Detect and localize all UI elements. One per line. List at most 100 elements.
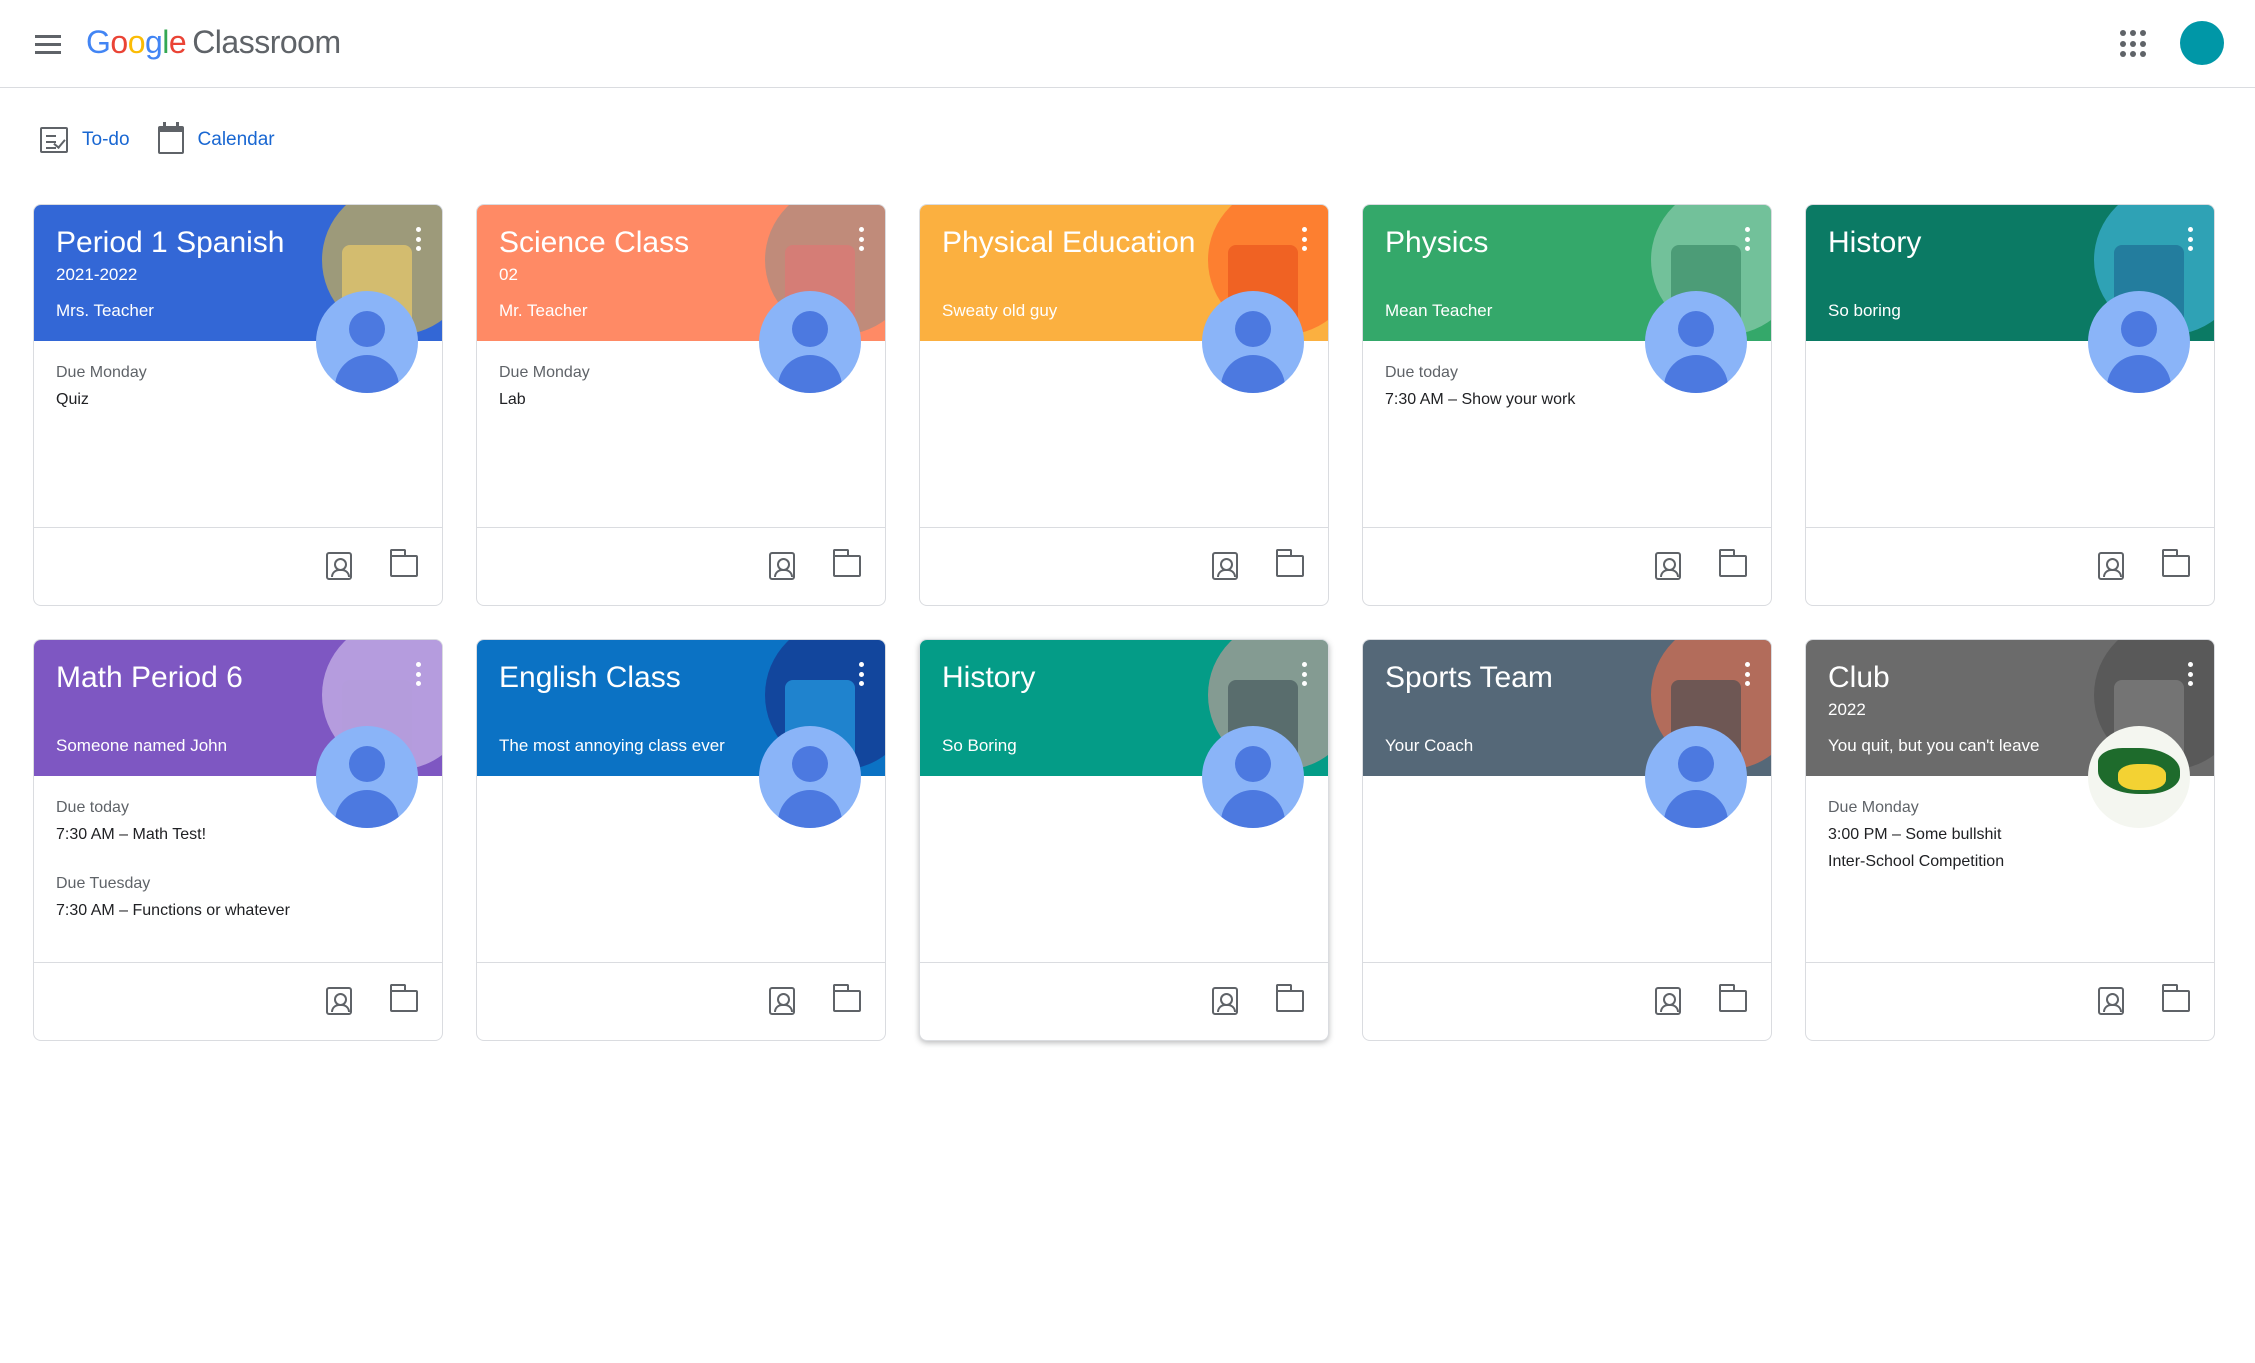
teacher-name[interactable]: Mrs. Teacher (56, 301, 154, 321)
teacher-name[interactable]: Sweaty old guy (942, 301, 1057, 321)
card-footer (477, 527, 885, 605)
product-name: Classroom (192, 24, 341, 60)
secondary-nav: To-do Calendar (40, 122, 275, 154)
your-work-icon[interactable] (1212, 552, 1238, 580)
todo-icon (40, 127, 68, 153)
class-card-grid: Period 1 Spanish 2021-2022 Mrs. Teacher … (33, 204, 2215, 1041)
class-name[interactable]: Physical Education (942, 225, 1306, 261)
calendar-link[interactable]: Calendar (157, 122, 275, 154)
folder-icon[interactable] (1718, 549, 1747, 577)
due-label: Due Tuesday (56, 875, 151, 892)
teacher-name[interactable]: So boring (1828, 301, 1901, 321)
class-name[interactable]: History (942, 660, 1306, 696)
more-options-icon[interactable] (414, 662, 422, 686)
teacher-name[interactable]: Your Coach (1385, 736, 1473, 756)
your-work-icon[interactable] (1655, 987, 1681, 1015)
teacher-avatar (316, 291, 418, 393)
folder-icon[interactable] (832, 984, 861, 1012)
more-options-icon[interactable] (1300, 227, 1308, 251)
more-options-icon[interactable] (1743, 227, 1751, 251)
class-card[interactable]: English Class The most annoying class ev… (476, 639, 886, 1041)
your-work-icon[interactable] (1655, 552, 1681, 580)
class-name[interactable]: Period 1 Spanish (56, 225, 420, 261)
teacher-avatar (1202, 726, 1304, 828)
class-name[interactable]: Sports Team (1385, 660, 1749, 696)
assignment-link[interactable]: Inter-School Competition (1828, 848, 2192, 875)
class-card[interactable]: Physics Mean Teacher Due today 7:30 AM – … (1362, 204, 1772, 606)
more-options-icon[interactable] (857, 662, 865, 686)
card-footer (1363, 527, 1771, 605)
class-name[interactable]: Club (1828, 660, 2192, 696)
calendar-label: Calendar (197, 129, 275, 150)
your-work-icon[interactable] (2098, 552, 2124, 580)
assignment-link[interactable]: 7:30 AM – Functions or whatever (56, 897, 420, 924)
class-name[interactable]: Physics (1385, 225, 1749, 261)
class-card[interactable]: Period 1 Spanish 2021-2022 Mrs. Teacher … (33, 204, 443, 606)
more-options-icon[interactable] (1743, 662, 1751, 686)
more-options-icon[interactable] (857, 227, 865, 251)
class-section: 02 (499, 265, 518, 284)
class-card[interactable]: Science Class 02 Mr. Teacher Due Monday L… (476, 204, 886, 606)
main-menu-button[interactable] (30, 26, 66, 62)
class-section: 2022 (1828, 700, 1866, 719)
card-footer (1806, 962, 2214, 1040)
your-work-icon[interactable] (2098, 987, 2124, 1015)
class-name[interactable]: Math Period 6 (56, 660, 420, 696)
teacher-name[interactable]: So Boring (942, 736, 1017, 756)
folder-icon[interactable] (1275, 549, 1304, 577)
google-apps-icon[interactable] (2120, 30, 2148, 58)
more-options-icon[interactable] (1300, 662, 1308, 686)
more-options-icon[interactable] (414, 227, 422, 251)
teacher-avatar (2088, 291, 2190, 393)
card-footer (920, 527, 1328, 605)
teacher-name[interactable]: The most annoying class ever (499, 736, 725, 756)
folder-icon[interactable] (389, 549, 418, 577)
folder-icon[interactable] (1275, 984, 1304, 1012)
teacher-name[interactable]: You quit, but you can't leave (1828, 736, 2040, 756)
teacher-name[interactable]: Mean Teacher (1385, 301, 1492, 321)
teacher-avatar (1645, 726, 1747, 828)
todo-label: To-do (82, 129, 130, 150)
your-work-icon[interactable] (326, 552, 352, 580)
todo-link[interactable]: To-do (40, 127, 130, 153)
card-footer (477, 962, 885, 1040)
more-options-icon[interactable] (2186, 662, 2194, 686)
folder-icon[interactable] (832, 549, 861, 577)
your-work-icon[interactable] (326, 987, 352, 1015)
folder-icon[interactable] (1718, 984, 1747, 1012)
card-footer (34, 962, 442, 1040)
teacher-avatar (1202, 291, 1304, 393)
top-app-bar: Google Classroom (0, 0, 2255, 88)
card-footer (1363, 962, 1771, 1040)
class-name[interactable]: History (1828, 225, 2192, 261)
card-footer (1806, 527, 2214, 605)
teacher-avatar (1645, 291, 1747, 393)
class-card[interactable]: History So boring (1805, 204, 2215, 606)
folder-icon[interactable] (389, 984, 418, 1012)
more-options-icon[interactable] (2186, 227, 2194, 251)
folder-icon[interactable] (2161, 984, 2190, 1012)
account-avatar[interactable] (2180, 21, 2224, 65)
class-section: 2021-2022 (56, 265, 138, 284)
teacher-avatar (759, 291, 861, 393)
class-card[interactable]: Math Period 6 Someone named John Due tod… (33, 639, 443, 1041)
class-card[interactable]: History So Boring (919, 639, 1329, 1041)
class-card[interactable]: Club 2022 You quit, but you can't leave … (1805, 639, 2215, 1041)
teacher-name[interactable]: Mr. Teacher (499, 301, 588, 321)
teacher-avatar (2088, 726, 2190, 828)
class-name[interactable]: Science Class (499, 225, 863, 261)
class-card[interactable]: Physical Education Sweaty old guy (919, 204, 1329, 606)
folder-icon[interactable] (2161, 549, 2190, 577)
your-work-icon[interactable] (1212, 987, 1238, 1015)
calendar-icon (157, 122, 184, 154)
your-work-icon[interactable] (769, 987, 795, 1015)
app-logo[interactable]: Google Classroom (86, 24, 341, 61)
hamburger-icon (35, 34, 61, 38)
card-footer (920, 962, 1328, 1040)
class-card[interactable]: Sports Team Your Coach (1362, 639, 1772, 1041)
teacher-avatar (316, 726, 418, 828)
teacher-avatar (759, 726, 861, 828)
your-work-icon[interactable] (769, 552, 795, 580)
class-name[interactable]: English Class (499, 660, 863, 696)
teacher-name[interactable]: Someone named John (56, 736, 227, 756)
